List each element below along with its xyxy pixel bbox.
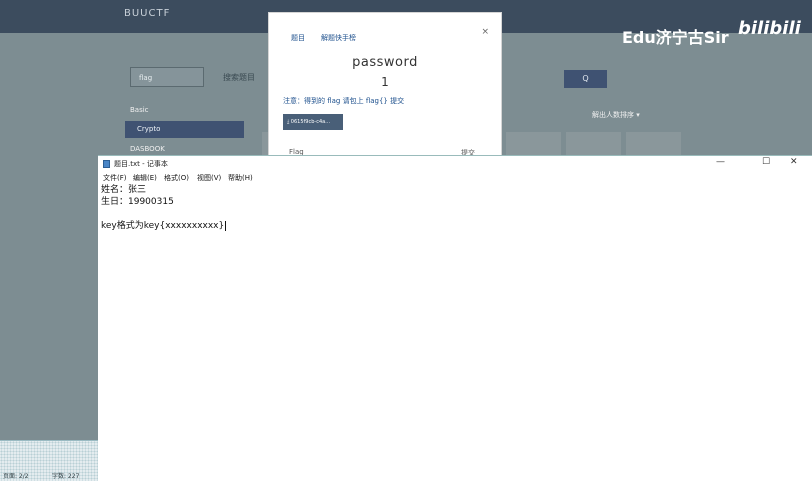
flag-format-notice: 注意：得到的 flag 请包上 flag{} 提交	[283, 97, 405, 105]
tab-challenge[interactable]: 题目	[291, 33, 305, 43]
text-line-key-format: key格式为key{xxxxxxxxxx}	[101, 221, 225, 231]
notepad-icon	[103, 160, 110, 168]
menu-format[interactable]: 格式(O)	[164, 173, 189, 183]
minimize-button[interactable]: —	[716, 157, 725, 167]
menu-view[interactable]: 视图(V)	[197, 173, 221, 183]
status-bar: 页面: 2/2 字数: 227	[0, 440, 98, 481]
status-word-count: 字数: 227	[52, 473, 80, 480]
maximize-button[interactable]: ☐	[762, 157, 770, 167]
close-icon[interactable]: ×	[481, 27, 489, 37]
site-brand[interactable]: BUUCTF	[124, 8, 170, 19]
challenge-search-input[interactable]: flag	[130, 67, 204, 87]
challenge-points: 1	[381, 75, 389, 89]
category-crypto[interactable]: Crypto	[125, 121, 244, 138]
menu-help[interactable]: 帮助(H)	[228, 173, 253, 183]
challenge-title: password	[352, 55, 418, 70]
bilibili-logo: bilibili	[738, 18, 801, 39]
tab-solvers[interactable]: 解题快手榜	[321, 33, 356, 43]
close-button[interactable]: ✕	[790, 157, 798, 167]
category-basic[interactable]: Basic	[130, 106, 149, 114]
menu-edit[interactable]: 编辑(E)	[133, 173, 157, 183]
search-button[interactable]: Q	[564, 70, 607, 88]
text-editor[interactable]: 姓名：张三 生日：19900315 key格式为key{xxxxxxxxxx}	[101, 184, 227, 232]
category-dasbook[interactable]: DASBOOK	[130, 145, 165, 153]
text-caret	[225, 220, 227, 231]
download-attachment-button[interactable]: ⤓ 0615f9cb-c4a…	[283, 114, 343, 130]
notepad-window: 题目.txt - 记事本 — ☐ ✕ 文件(F) 编辑(E) 格式(O) 视图(…	[98, 155, 812, 481]
video-watermark: Edu济宁古Sir	[622, 28, 729, 47]
search-label: 搜索题目	[223, 73, 255, 82]
notepad-titlebar[interactable]: 题目.txt - 记事本 — ☐ ✕	[98, 156, 812, 172]
text-line-birthday: 生日：19900315	[101, 197, 174, 207]
menu-file[interactable]: 文件(F)	[103, 173, 127, 183]
challenge-modal: 题目 解题快手榜 × password 1 注意：得到的 flag 请包上 fl…	[268, 12, 502, 162]
text-line-name: 姓名：张三	[101, 185, 147, 195]
status-page: 页面: 2/2	[3, 473, 29, 480]
sort-dropdown[interactable]: 解出人数排序 ▾	[592, 110, 640, 120]
window-title: 题目.txt - 记事本	[114, 160, 168, 168]
